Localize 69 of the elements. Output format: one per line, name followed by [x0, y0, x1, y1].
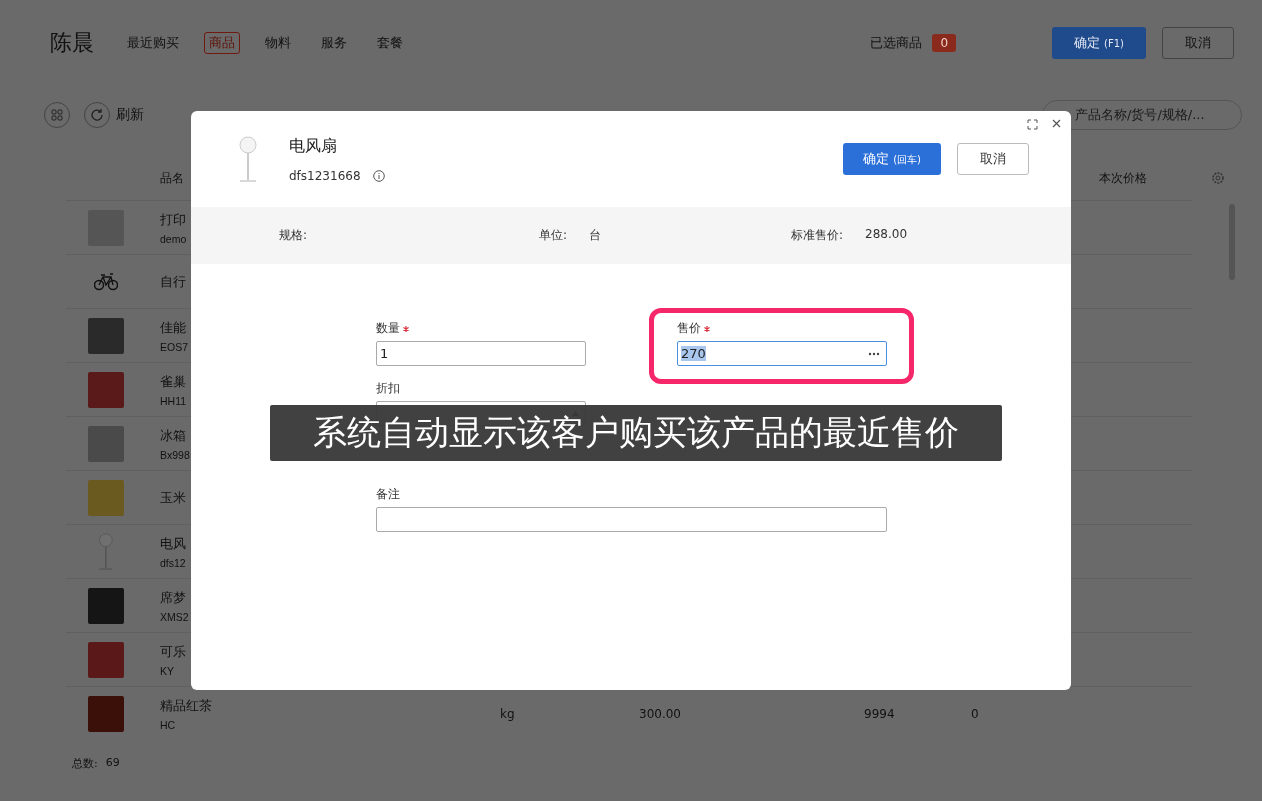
product-code: dfs12 [160, 556, 186, 569]
product-name: 佳能 [160, 318, 186, 337]
table-cell-text: 300.00 [639, 706, 682, 721]
input-field[interactable]: 1 [376, 341, 586, 366]
category-tab[interactable]: 最近购买 [122, 32, 184, 54]
product-code: demo [160, 232, 187, 245]
field-label: 备注 [376, 486, 400, 503]
total-label: 总数: [72, 756, 98, 771]
selected-label: 已选商品 [870, 34, 923, 52]
category-tab[interactable]: 物料 [260, 32, 296, 54]
photo-placeholder [88, 587, 124, 624]
product-name: 可乐 [160, 642, 186, 661]
category-tab[interactable]: 商品 [204, 32, 240, 54]
product-code: EOS7 [160, 340, 188, 353]
column-header: 品名 [160, 169, 184, 187]
photo-placeholder [88, 479, 124, 516]
photo-placeholder [88, 641, 124, 678]
product-title: 电风扇 [289, 135, 338, 157]
field-label: 折扣 [376, 380, 400, 397]
refresh-link[interactable]: 刷新 [116, 106, 144, 124]
info-value: 台 [589, 227, 602, 244]
info-label: 规格: [279, 227, 308, 244]
close-icon[interactable] [1052, 119, 1061, 128]
info-value: 288.00 [865, 227, 908, 243]
input-field[interactable]: 270 [677, 341, 887, 366]
fullscreen-icon[interactable] [1027, 119, 1038, 130]
fan-drawing [97, 533, 115, 570]
field-label: 售价 [677, 320, 701, 337]
category-tab[interactable]: 套餐 [372, 32, 408, 54]
info-icon[interactable] [372, 169, 385, 182]
subtitle-toast: 系统自动显示该客户购买该产品的最近售价 [270, 405, 1002, 461]
table-cell-text: 0 [971, 706, 980, 721]
field-label: 数量 [376, 320, 400, 337]
fan-drawing [237, 136, 259, 182]
table-cell-text: kg [500, 706, 516, 721]
product-code: KY [160, 664, 174, 677]
product-code: HH11 [160, 394, 187, 407]
product-code: dfs1231668 [289, 168, 361, 183]
cancel-button[interactable]: 取消 [957, 143, 1029, 175]
photo-placeholder [88, 371, 124, 408]
photo-placeholder [88, 425, 124, 462]
product-name: 自行 [160, 272, 186, 291]
product-code: Bx998 [160, 448, 190, 461]
photo-placeholder [88, 317, 124, 354]
product-name: 冰箱 [160, 426, 186, 445]
more-icon[interactable] [868, 351, 880, 356]
bicycle-icon [94, 272, 118, 291]
photo-placeholder [88, 695, 124, 732]
info-label: 单位: [539, 227, 568, 244]
customer-name: 陈晨 [50, 29, 94, 57]
product-code: XMS2 [160, 610, 189, 623]
cancel-button[interactable]: 取消 [1162, 27, 1234, 59]
product-name: 电风 [160, 534, 186, 553]
confirm-button[interactable]: 确定 (F1) [1052, 27, 1146, 59]
total-count: 69 [105, 756, 120, 771]
product-name: 席梦 [160, 588, 186, 607]
product-name: 精品红茶 [160, 696, 212, 715]
info-label: 标准售价: [791, 227, 844, 244]
category-tab[interactable]: 服务 [316, 32, 352, 54]
table-cell-text: 9994 [864, 706, 896, 721]
settings-icon[interactable] [1211, 171, 1225, 185]
product-name: 打印 [160, 210, 186, 229]
product-name: 玉米 [160, 488, 186, 507]
product-code: HC [160, 718, 176, 731]
confirm-button[interactable]: 确定 (回车) [843, 143, 941, 175]
column-header: 本次价格 [1099, 169, 1147, 187]
product-name: 雀巢 [160, 372, 186, 391]
input-field[interactable] [376, 507, 887, 532]
count-badge: 0 [932, 34, 957, 52]
